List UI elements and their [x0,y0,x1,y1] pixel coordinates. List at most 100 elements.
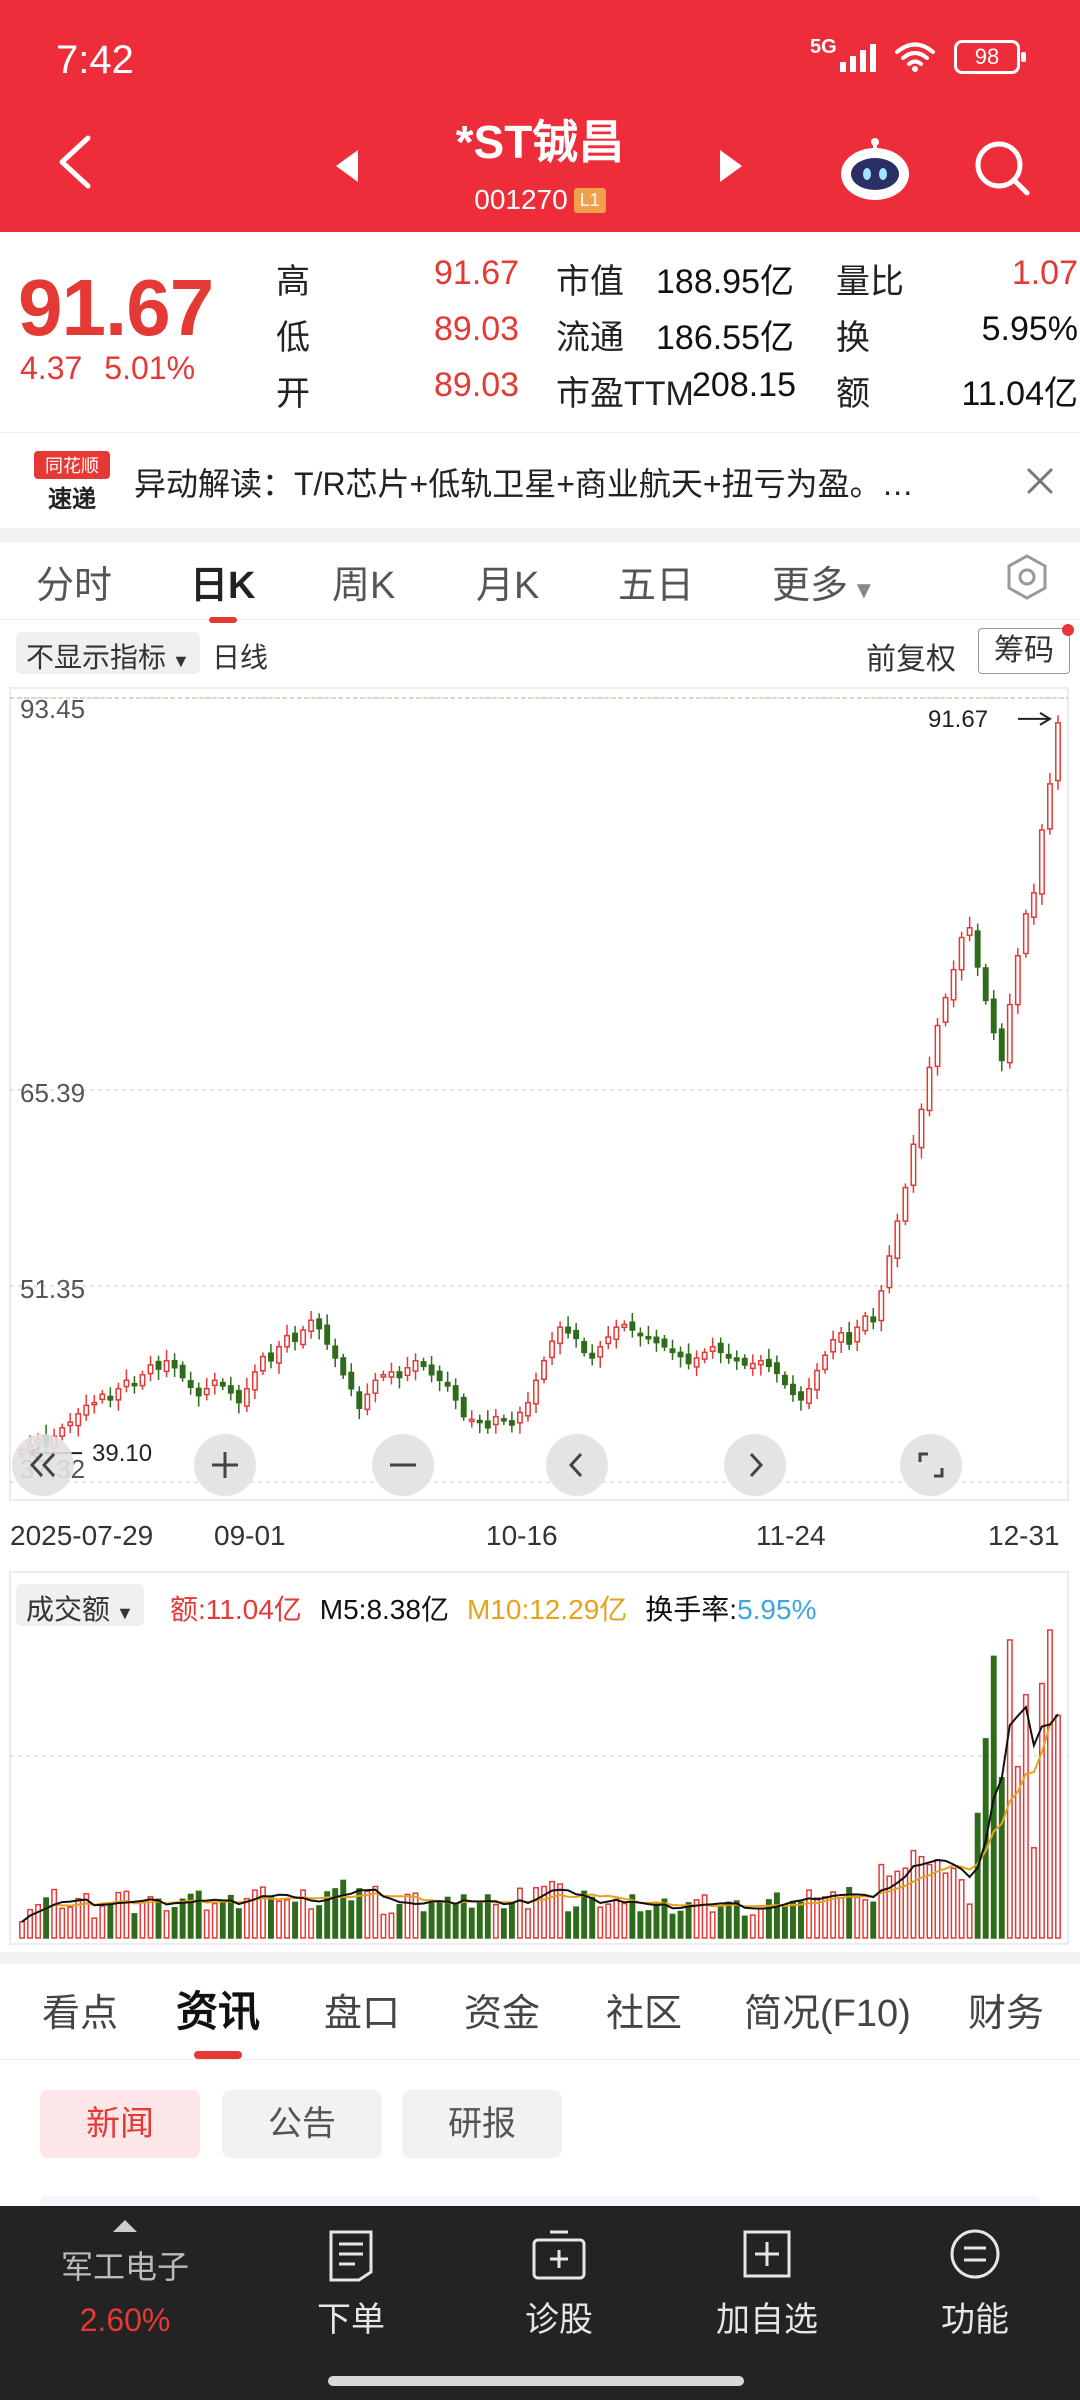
volume-bar [597,1906,604,1939]
candle-body [211,1379,218,1387]
chips-button[interactable]: 筹码 [978,628,1070,674]
adjust-mode[interactable]: 前复权 [866,634,956,678]
candle-body [589,1352,596,1359]
chart-settings-icon[interactable] [1004,554,1050,600]
volume-indicator-selector[interactable]: 成交额 ▼ [16,1584,144,1626]
candle-body [1038,829,1045,895]
volume-bar [276,1900,282,1939]
kline-chart[interactable]: 93.45 65.39 51.35 37.32 91.67 39.10 [0,686,1080,1516]
candle-body [814,1369,821,1391]
candle-body [356,1391,363,1410]
price-tick-top: 93.45 [20,694,85,724]
order-button[interactable]: 下单 [276,2228,426,2341]
volume-bar [757,1907,764,1939]
tab-monthly-k[interactable]: 月K [476,554,539,609]
stat-value-amount: 11.04亿 [961,375,1078,413]
tab-orderbook[interactable]: 盘口 [324,1982,400,2037]
date-tick: 10-16 [486,1520,558,1551]
tab-daily-k[interactable]: 日K [190,554,255,623]
back-icon[interactable] [50,132,102,192]
candle-body [773,1362,780,1375]
add-watchlist-label: 加自选 [716,2301,818,2339]
volume-bar [308,1908,315,1939]
tab-financials[interactable]: 财务 [968,1982,1044,2037]
candle-body [870,1316,877,1323]
pill-research[interactable]: 研报 [402,2090,562,2158]
tab-more[interactable]: 更多 ▼ [772,554,876,609]
sector-indicator[interactable]: 军工电子 2.60% [50,2220,200,2339]
stock-code-row: 001270 L1 [390,184,690,216]
volume-amount: 额:11.04亿 [170,1594,302,1625]
tab-news[interactable]: 资讯 [176,1978,260,2059]
zoom-out-icon[interactable] [372,1434,434,1496]
tab-highlights[interactable]: 看点 [42,1982,118,2037]
candle-body [107,1395,114,1401]
pill-news[interactable]: 新闻 [40,2090,200,2158]
tab-funds[interactable]: 资金 [464,1982,540,2037]
volume-bar [19,1921,25,1939]
search-icon[interactable] [972,138,1032,198]
order-icon [329,2230,373,2282]
network-type: 5G [810,36,837,58]
volume-bar [67,1906,74,1939]
stock-code: 001270 [474,184,568,215]
candle-body [452,1385,459,1401]
functions-button[interactable]: 功能 [900,2228,1050,2341]
diagnose-button[interactable]: 诊股 [484,2228,634,2341]
candle-body [990,998,997,1034]
volume-bar [950,1867,957,1939]
candle-body [147,1364,154,1375]
fullscreen-icon[interactable] [900,1434,962,1496]
scroll-left-icon[interactable] [12,1434,74,1496]
pill-announcements[interactable]: 公告 [222,2090,382,2158]
candle-body [621,1323,628,1328]
next-stock-icon[interactable] [716,148,746,184]
date-tick: 11-24 [756,1520,826,1551]
volume-bar [621,1902,628,1939]
candle-body [573,1329,580,1340]
stock-name: *ST铖昌 [455,116,625,168]
news-headline[interactable]: 异动解读：T/R芯片+低轨卫星+商业航天+扭亏为盈。… [134,459,1004,505]
candle-body [958,936,965,971]
level-badge[interactable]: L1 [573,188,606,213]
volume-bar [974,1812,981,1939]
zoom-in-icon[interactable] [194,1434,256,1496]
candle-body [67,1421,74,1427]
close-icon[interactable] [1026,467,1054,495]
stat-label-open: 开 [276,375,310,413]
tab-f10-profile[interactable]: 简况(F10) [744,1982,911,2037]
tab-intraday[interactable]: 分时 [36,554,112,609]
turnover-value: 5.95% [737,1594,817,1625]
candle-body [1055,722,1061,782]
status-icons: 5G 98 [810,36,1026,74]
min-price-marker: 39.10 [92,1440,152,1467]
volume-bar [573,1906,580,1939]
prev-stock-icon[interactable] [332,148,362,184]
news-banner[interactable]: 同花顺 速递 异动解读：T/R芯片+低轨卫星+商业航天+扭亏为盈。… [0,432,1080,528]
add-watchlist-button[interactable]: 加自选 [692,2228,842,2341]
tab-weekly-k[interactable]: 周K [332,554,395,609]
price-change: 4.37 5.01% [20,350,195,387]
move-right-icon[interactable] [724,1434,786,1496]
candle-body [516,1411,523,1424]
tab-five-day[interactable]: 五日 [618,554,694,609]
volume-bar [404,1893,411,1939]
candle-body [661,1338,668,1348]
candle-body [1022,913,1029,955]
move-left-icon[interactable] [546,1434,608,1496]
volume-bar [677,1910,684,1939]
candle-body [243,1387,250,1407]
candle-body [83,1404,90,1416]
last-price: 91.67 [18,263,214,352]
volume-bar [340,1879,347,1939]
ai-assistant-icon[interactable] [838,136,912,202]
volume-bar [918,1855,925,1939]
candle-body [131,1382,138,1387]
candle-body [388,1371,395,1378]
indicator-selector[interactable]: 不显示指标 ▼ [16,632,200,674]
candle-body [163,1360,170,1373]
volume-bar [589,1896,596,1939]
tab-community[interactable]: 社区 [606,1982,682,2037]
volume-bar [581,1890,588,1939]
stat-value-open: 89.03 [434,366,520,404]
